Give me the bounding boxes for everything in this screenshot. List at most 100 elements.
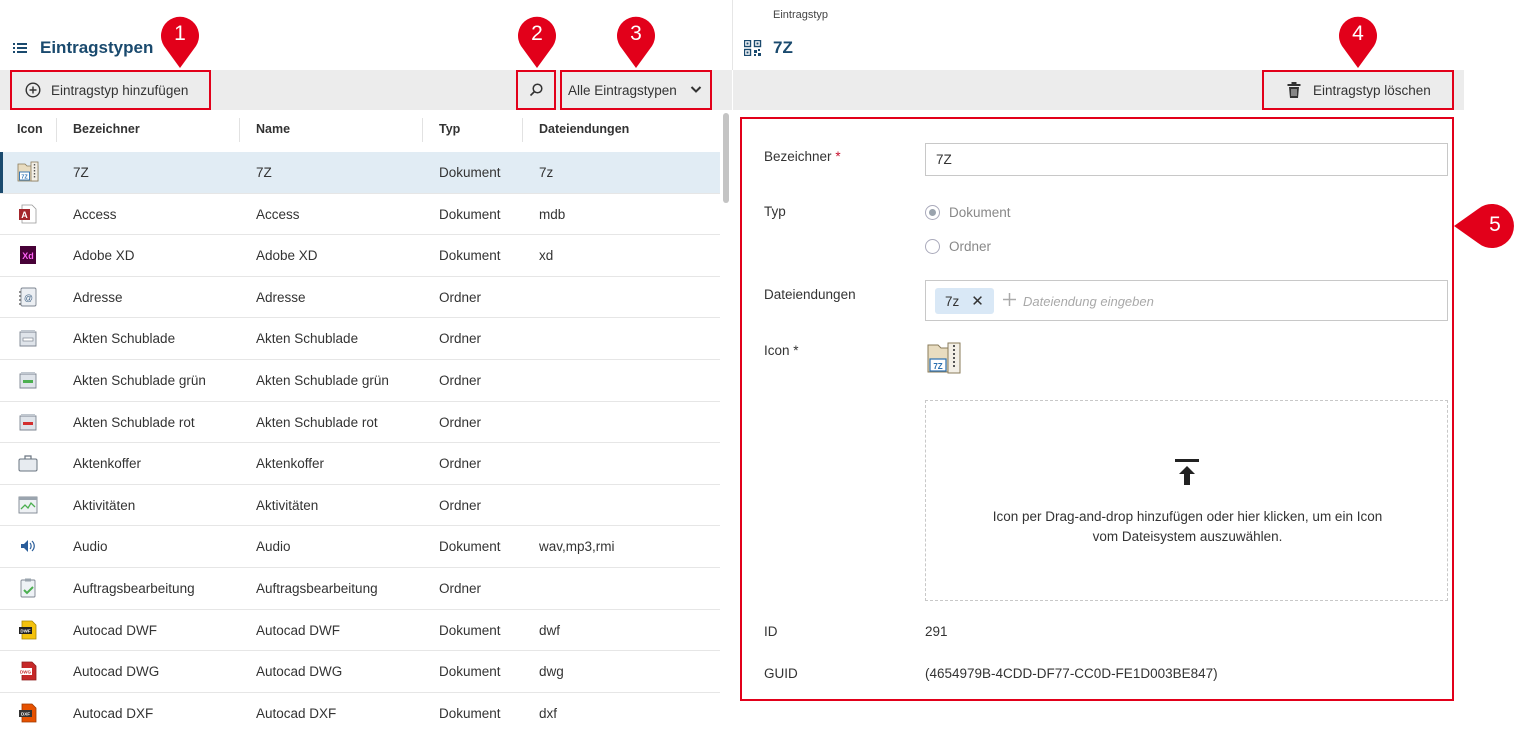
detail-caption: Eintragstyp <box>773 9 829 21</box>
svg-text:DXF: DXF <box>21 711 30 716</box>
icon-preview-text: 7Z <box>933 362 942 371</box>
search-icon <box>529 83 543 97</box>
type-filter-dropdown[interactable]: Alle Eintragstypen <box>561 71 711 109</box>
drop-zone-text: Icon per Drag-and-drop hinzufügen oder h… <box>992 509 1383 544</box>
svg-text:@: @ <box>24 293 33 303</box>
cell-typ: Dokument <box>439 539 501 555</box>
typ-radio-ordner[interactable]: Ordner <box>925 239 991 254</box>
svg-text:Xd: Xd <box>22 251 34 261</box>
cell-bezeichner: Access <box>73 206 117 222</box>
column-header-name[interactable]: Name <box>256 122 290 136</box>
column-header-bezeichner[interactable]: Bezeichner <box>73 122 140 136</box>
table-row[interactable]: DWG Autocad DWG Autocad DWG Dokument dwg <box>0 651 720 693</box>
cell-name: Akten Schublade grün <box>256 372 389 388</box>
cell-typ: Dokument <box>439 206 501 222</box>
extension-chip: 7z ✕ <box>935 288 994 314</box>
cell-typ: Ordner <box>439 456 482 472</box>
search-button[interactable] <box>517 71 555 109</box>
table-row[interactable]: Akten Schublade rot Akten Schublade rot Or… <box>0 402 720 444</box>
cell-typ: Ordner <box>439 414 482 430</box>
svg-text:DWG: DWG <box>20 670 31 675</box>
svg-text:DWF: DWF <box>20 628 30 633</box>
svg-text:7Z: 7Z <box>21 175 28 181</box>
column-header-typ[interactable]: Typ <box>439 122 460 136</box>
cell-typ: Dokument <box>439 622 501 638</box>
column-separator <box>56 118 57 142</box>
file-extensions-field[interactable]: 7z ✕ <box>925 280 1448 321</box>
cell-bezeichner: Autocad DXF <box>73 705 154 721</box>
radio-indicator <box>925 239 940 254</box>
callout-badge-2: 2 <box>516 16 558 68</box>
cell-typ: Dokument <box>439 664 501 680</box>
cell-name: Auftragsbearbeitung <box>256 580 378 596</box>
typ-option-ordner: Ordner <box>949 239 992 254</box>
cell-typ: Ordner <box>439 289 482 305</box>
cell-bezeichner: Audio <box>73 539 108 555</box>
table-row[interactable]: Xd Adobe XD Adobe XD Dokument xd <box>0 235 720 277</box>
bezeichner-label: Bezeichner * <box>764 149 841 164</box>
clipboard-check-icon <box>20 578 36 598</box>
typ-radio-dokument[interactable]: Dokument <box>925 205 1011 220</box>
delete-entry-type-button[interactable]: Eintragstyp löschen <box>1263 71 1453 109</box>
table-row[interactable]: Aktivitäten Aktivitäten Ordner <box>0 485 720 527</box>
activity-chart-icon <box>18 496 38 514</box>
cell-dateiendungen: 7z <box>539 165 554 180</box>
extension-input[interactable] <box>1023 290 1423 312</box>
list-toolbar: Eintragstyp hinzufügen Alle Eintragstype… <box>0 70 732 110</box>
trash-icon <box>1287 82 1301 98</box>
cell-bezeichner: Akten Schublade grün <box>73 372 206 388</box>
table-row[interactable]: Audio Audio Dokument wav,mp3,rmi <box>0 526 720 568</box>
table-row[interactable]: Akten Schublade Akten Schublade Ordner <box>0 318 720 360</box>
cell-name: Adobe XD <box>256 248 318 264</box>
callout-badge-3: 3 <box>615 16 657 68</box>
audio-icon <box>21 540 35 553</box>
table-row[interactable]: @ Adresse Adresse Ordner <box>0 277 720 319</box>
archive-7z-icon: 7Z <box>927 342 961 374</box>
column-separator <box>422 118 423 142</box>
drawer-green-icon <box>19 371 37 389</box>
plus-icon[interactable] <box>1002 292 1017 307</box>
cell-typ: Ordner <box>439 331 482 347</box>
cell-typ: Dokument <box>439 248 501 264</box>
cell-dateiendungen: mdb <box>539 206 566 222</box>
cell-bezeichner: Akten Schublade rot <box>73 414 195 430</box>
table-row[interactable]: Auftragsbearbeitung Auftragsbearbeitung Or… <box>0 568 720 610</box>
cell-dateiendungen: xd <box>539 248 554 264</box>
entry-type-form: Bezeichner * Typ Dokument Ordner Dateien… <box>740 117 1454 701</box>
plus-circle-icon <box>25 82 41 98</box>
table-row[interactable]: DWF Autocad DWF Autocad DWF Dokument dwf <box>0 610 720 652</box>
bezeichner-input[interactable] <box>925 143 1448 176</box>
cell-dateiendungen: dwg <box>539 664 564 680</box>
guid-label: GUID <box>764 666 798 681</box>
add-entry-type-button[interactable]: Eintragstyp hinzufügen <box>11 71 210 109</box>
table-row[interactable]: Aktenkoffer Aktenkoffer Ordner <box>0 443 720 485</box>
column-header-icon[interactable]: Icon <box>17 122 43 136</box>
briefcase-icon <box>18 455 38 472</box>
table-header: Icon Bezeichner Name Typ Dateiendungen <box>0 110 720 150</box>
cell-name: Audio <box>256 539 291 555</box>
id-value: 291 <box>925 624 948 639</box>
cell-typ: Ordner <box>439 580 482 596</box>
cell-name: Adresse <box>256 289 306 305</box>
column-header-dateiendungen[interactable]: Dateiendungen <box>539 122 629 136</box>
page-title: Eintragstypen <box>40 38 154 57</box>
column-separator <box>239 118 240 142</box>
id-label: ID <box>764 624 778 639</box>
drawer-icon <box>19 330 37 347</box>
cell-bezeichner: 7Z <box>73 165 89 180</box>
table-row[interactable]: 7Z 7Z 7Z Dokument 7z <box>0 152 720 194</box>
table-row[interactable]: A Access Access Dokument mdb <box>0 194 720 236</box>
table-scrollbar[interactable] <box>723 113 729 203</box>
icon-drop-zone[interactable]: Icon per Drag-and-drop hinzufügen oder h… <box>925 400 1448 601</box>
autocad-dwg-icon: DWG <box>19 661 37 681</box>
table-row[interactable]: Akten Schublade grün Akten Schublade grün… <box>0 360 720 402</box>
cell-bezeichner: Auftragsbearbeitung <box>73 580 195 596</box>
table-row[interactable]: DXF Autocad DXF Autocad DXF Dokument dxf <box>0 693 720 731</box>
remove-chip-icon[interactable]: ✕ <box>971 292 984 310</box>
address-book-icon: @ <box>19 287 37 307</box>
chevron-down-icon <box>690 86 702 93</box>
autocad-dxf-icon: DXF <box>19 703 37 723</box>
cell-name: Akten Schublade rot <box>256 414 378 430</box>
cell-bezeichner: Autocad DWF <box>73 622 158 638</box>
cell-dateiendungen: dxf <box>539 705 558 721</box>
